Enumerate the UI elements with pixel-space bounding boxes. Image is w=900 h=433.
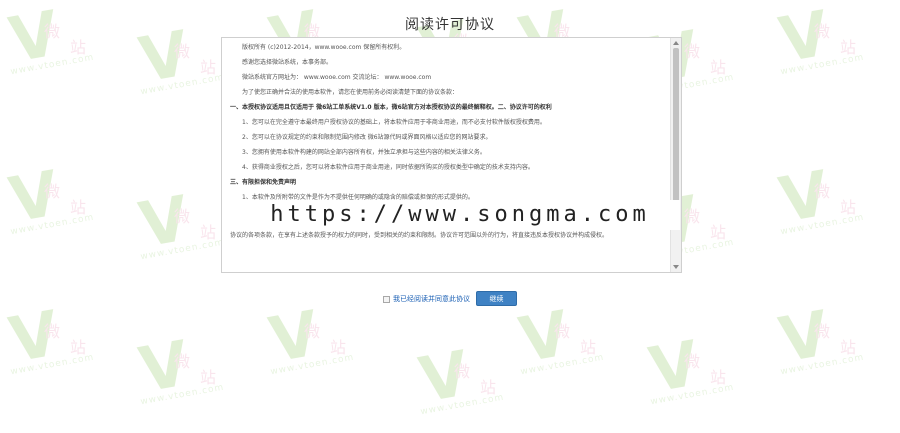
agreement-paragraph: 2、您可以在协议规定的约束和限制范围内修改 微6站源代码或界面风格以适应您的网站… [242, 134, 492, 141]
watermark-char: 微 [454, 362, 471, 381]
watermark-char: 微 [554, 322, 571, 341]
watermark-char: 微 [174, 207, 191, 226]
installer-page: V微站www.vtoen.comV微站www.vtoen.comV微站www.v… [0, 0, 900, 433]
watermark-char: 站 [480, 378, 497, 397]
watermark-char: 微 [814, 322, 831, 341]
watermark-char: 微 [174, 42, 191, 61]
watermark-tile: V微站www.vtoen.com [4, 296, 100, 390]
watermark-tile: V微站www.vtoen.com [774, 296, 870, 390]
watermark-char: 站 [710, 368, 727, 387]
watermark-tile: V微站www.vtoen.com [134, 326, 230, 420]
watermark-char: 站 [200, 368, 217, 387]
watermark-tile: V微站www.vtoen.com [414, 336, 510, 430]
watermark-url: www.vtoen.com [139, 382, 226, 408]
watermark-v-logo: V [4, 156, 64, 237]
next-button[interactable]: 继续 [476, 291, 517, 306]
watermark-char: 微 [684, 42, 701, 61]
watermark-char: 微 [44, 322, 61, 341]
watermark-v-logo: V [774, 0, 834, 77]
watermark-v-logo: V [4, 0, 64, 77]
agree-label[interactable]: 我已经阅读并同意此协议 [393, 294, 470, 304]
watermark-char: 站 [710, 58, 727, 77]
agree-checkbox[interactable] [383, 295, 390, 303]
watermark-char: 站 [70, 38, 87, 57]
watermark-tile: V微站www.vtoen.com [264, 296, 360, 390]
agreement-paragraph: 1、您可以在完全遵守本最终用户授权协议的基础上，将本软件应用于非商业用途，而不必… [242, 119, 546, 126]
agreement-scrollbar[interactable] [670, 38, 681, 272]
watermark-tile: V微站www.vtoen.com [134, 181, 230, 275]
watermark-char: 站 [840, 38, 857, 57]
watermark-v-logo: V [134, 326, 194, 407]
watermark-tile: V微站www.vtoen.com [774, 156, 870, 250]
watermark-char: 站 [200, 223, 217, 242]
watermark-char: 微 [814, 182, 831, 201]
agreement-paragraph: 版权所有 (c)2012-2014，www.wooe.com 保留所有权利。 [242, 44, 406, 51]
watermark-v-logo: V [774, 156, 834, 237]
watermark-char: 微 [44, 182, 61, 201]
watermark-char: 微 [304, 322, 321, 341]
watermark-char: 微 [174, 352, 191, 371]
watermark-v-logo: V [774, 296, 834, 377]
scroll-down-arrow-icon[interactable] [673, 265, 679, 269]
watermark-url: www.vtoen.com [779, 52, 866, 78]
watermark-v-logo: V [134, 181, 194, 262]
agreement-paragraph: 为了使您正确并合法的使用本软件，请您在使用前务必阅读清楚下面的协议条款： [242, 89, 459, 96]
watermark-tile: V微站www.vtoen.com [4, 156, 100, 250]
watermark-url-overlay: https://www.songma.com [240, 200, 680, 230]
watermark-v-logo: V [644, 326, 704, 407]
agreement-paragraph: 3、您拥有使用本软件构建的网站全部内容所有权，并独立承担与这些内容的相关法律义务… [242, 149, 486, 156]
watermark-url: www.vtoen.com [649, 382, 736, 408]
watermark-char: 站 [840, 338, 857, 357]
watermark-url: www.vtoen.com [779, 212, 866, 238]
watermark-url: www.vtoen.com [9, 352, 96, 378]
agreement-paragraph: 感谢您选择微站系统，本事务部。 [242, 59, 333, 66]
watermark-char: 微 [684, 207, 701, 226]
watermark-v-logo: V [414, 336, 474, 417]
watermark-url: www.vtoen.com [269, 352, 356, 378]
watermark-url: www.vtoen.com [139, 237, 226, 263]
license-agreement-text: 版权所有 (c)2012-2014，www.wooe.com 保留所有权利。 感谢… [222, 38, 670, 272]
watermark-char: 站 [710, 223, 727, 242]
scrollbar-thumb[interactable] [673, 48, 679, 203]
watermark-char: 站 [580, 338, 597, 357]
watermark-url: www.vtoen.com [779, 352, 866, 378]
watermark-char: 微 [684, 352, 701, 371]
watermark-char: 站 [330, 338, 347, 357]
watermark-v-logo: V [4, 296, 64, 377]
watermark-tile: V微站www.vtoen.com [514, 296, 610, 390]
watermark-v-logo: V [264, 296, 324, 377]
watermark-char: 站 [200, 58, 217, 77]
watermark-v-logo: V [514, 296, 574, 377]
watermark-url: www.vtoen.com [139, 72, 226, 98]
license-agreement-box[interactable]: 版权所有 (c)2012-2014，www.wooe.com 保留所有权利。 感谢… [221, 37, 682, 273]
watermark-char: 站 [70, 198, 87, 217]
watermark-url: www.vtoen.com [9, 52, 96, 78]
agreement-paragraph: 微站系统官方网址为： www.wooe.com 交流论坛： www.wooe.c… [242, 74, 432, 81]
watermark-char: 站 [70, 338, 87, 357]
page-title: 阅读许可协议 [405, 17, 495, 33]
agreement-section-heading: 一、本授权协议适用且仅适用于 微6站工单系统V1.0 版本，微6站官方对本授权协… [230, 104, 552, 111]
agree-row[interactable]: 我已经阅读并同意此协议 [383, 292, 470, 306]
scroll-up-arrow-icon[interactable] [673, 41, 679, 45]
watermark-tile: V微站www.vtoen.com [644, 326, 740, 420]
agreement-section-heading: 三、有限担保和免责声明 [230, 179, 297, 186]
agreement-paragraph: 4、获得商业授权之后，您可以将本软件应用于商业用途，同时依据所购买的授权类型中确… [242, 164, 534, 171]
watermark-url: www.vtoen.com [519, 352, 606, 378]
watermark-url: www.vtoen.com [419, 392, 506, 418]
watermark-char: 站 [840, 198, 857, 217]
watermark-url: www.vtoen.com [9, 212, 96, 238]
